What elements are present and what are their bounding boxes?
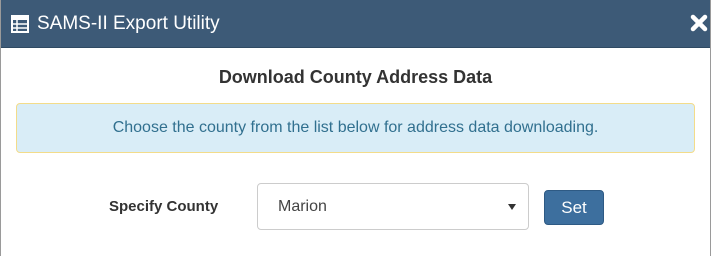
info-alert: Choose the county from the list below fo… <box>16 103 695 153</box>
close-icon[interactable] <box>688 12 710 34</box>
table-icon <box>11 15 29 33</box>
set-button[interactable]: Set <box>544 190 604 225</box>
export-dialog: SAMS-II Export Utility Download County A… <box>0 0 711 256</box>
dialog-title: SAMS-II Export Utility <box>37 13 220 34</box>
county-select-value: Marion <box>278 198 327 215</box>
dialog-titlebar: SAMS-II Export Utility <box>1 0 710 48</box>
county-label: Specify County <box>109 198 219 215</box>
caret-down-icon <box>508 204 516 210</box>
county-select[interactable]: Marion <box>257 183 529 230</box>
page-heading: Download County Address Data <box>218 67 493 87</box>
